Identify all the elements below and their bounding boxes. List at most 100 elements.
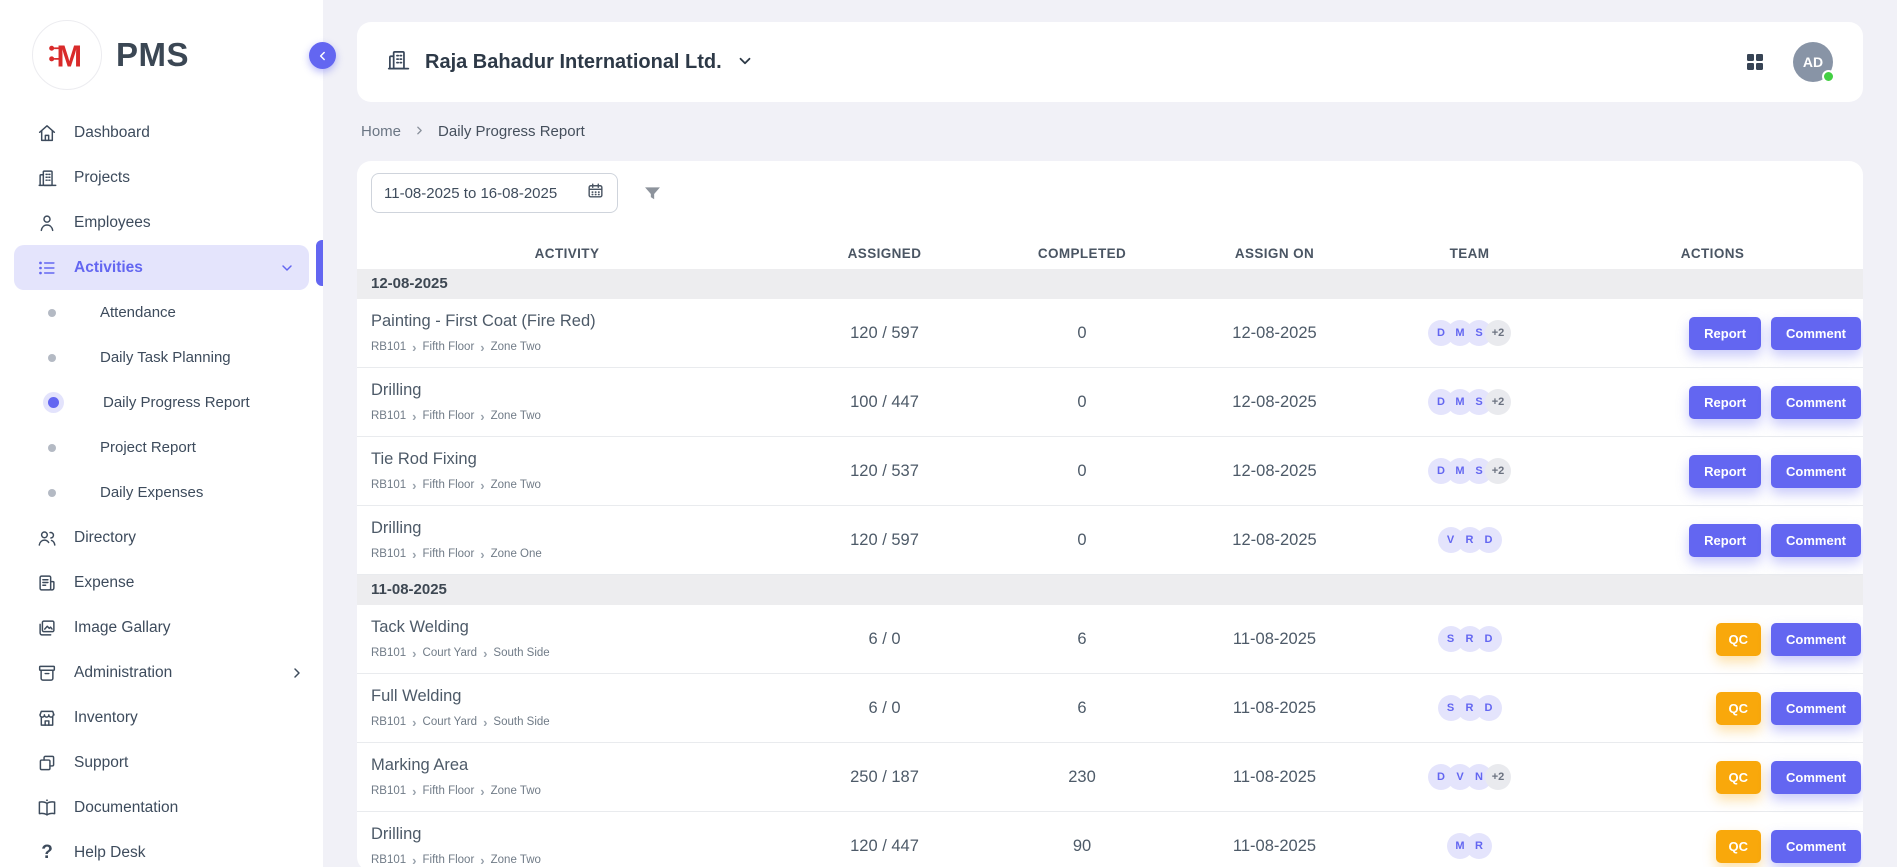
avatar-initials: AD [1803,54,1823,70]
location-segment: RB101 [371,410,406,422]
person-icon [36,212,58,234]
date-group-header: 11-08-2025 [357,575,1863,605]
team-cell: DMS+2 [1377,389,1562,415]
assigned-value: 120 / 597 [777,531,992,550]
assigned-value: 120 / 537 [777,462,992,481]
column-header-actions: ACTIONS [1562,246,1863,261]
user-avatar[interactable]: AD [1793,42,1833,82]
activity-title: Drilling [371,519,777,538]
bullet-dot [48,397,59,408]
qc-button[interactable]: QC [1716,623,1762,656]
report-button[interactable]: Report [1689,455,1761,488]
team-cell: VRD [1377,527,1562,553]
chevron-down-icon [736,49,754,75]
team-cell: MR [1377,833,1562,859]
chevron-right-icon: › [483,715,487,730]
location-segment: Fifth Floor [423,341,475,353]
sidebar-item-projects[interactable]: Projects [0,155,323,200]
actions-cell: Report Comment [1562,524,1863,557]
sidebar-item-documentation[interactable]: Documentation [0,785,323,830]
sidebar-item-dashboard[interactable]: Dashboard [0,110,323,155]
assign-on-value: 12-08-2025 [1172,393,1377,412]
sidebar-item-image-gallary[interactable]: Image Gallary [0,605,323,650]
sidebar-subitem-daily-expenses[interactable]: Daily Expenses [0,470,323,515]
activity-location: RB101›Court Yard›South Side [371,646,777,661]
comment-button[interactable]: Comment [1771,455,1861,488]
comment-button[interactable]: Comment [1771,692,1861,725]
bullet-dot [48,354,56,362]
team-more-badge[interactable]: +2 [1485,764,1511,790]
location-segment: Fifth Floor [423,479,475,491]
activity-title: Marking Area [371,756,777,775]
sidebar-item-activities[interactable]: Activities [14,245,309,290]
comment-button[interactable]: Comment [1771,623,1861,656]
location-segment: Fifth Floor [423,854,475,866]
comment-button[interactable]: Comment [1771,386,1861,419]
activity-location: RB101›Fifth Floor›Zone Two [371,784,777,799]
team-more-badge[interactable]: +2 [1485,389,1511,415]
sidebar-subitem-project-report[interactable]: Project Report [0,425,323,470]
report-button[interactable]: Report [1689,317,1761,350]
location-segment: RB101 [371,785,406,797]
table-row: DrillingRB101›Fifth Floor›Zone Two100 / … [357,368,1863,437]
qc-button[interactable]: QC [1716,761,1762,794]
location-segment: Zone Two [491,785,541,797]
sidebar-item-label: Activities [74,259,143,277]
team-member-avatar[interactable]: R [1466,833,1492,859]
sidebar-subitem-daily-task-planning[interactable]: Daily Task Planning [0,335,323,380]
sidebar-collapse-button[interactable] [309,42,336,69]
comment-button[interactable]: Comment [1771,830,1861,863]
sidebar-item-label: Directory [74,529,136,547]
sidebar-item-support[interactable]: Support [0,740,323,785]
date-range-input[interactable] [384,185,576,202]
qc-button[interactable]: QC [1716,830,1762,863]
column-header-assign-on: ASSIGN ON [1172,246,1377,261]
sidebar-item-administration[interactable]: Administration [0,650,323,695]
sidebar-item-expense[interactable]: Expense [0,560,323,605]
sidebar-item-label: Dashboard [74,124,150,142]
header-actions: AD [1743,42,1833,82]
sidebar-item-inventory[interactable]: Inventory [0,695,323,740]
breadcrumb-home[interactable]: Home [361,123,401,140]
team-member-avatar[interactable]: D [1476,527,1502,553]
location-segment: Zone One [491,548,542,560]
filter-funnel-icon[interactable] [642,183,663,204]
sidebar-item-employees[interactable]: Employees [0,200,323,245]
chevron-right-icon: › [480,853,484,867]
date-range-picker[interactable] [371,173,618,213]
completed-value: 0 [992,324,1172,343]
question-icon: ? [36,842,58,864]
breadcrumb-current: Daily Progress Report [438,123,585,140]
comment-button[interactable]: Comment [1771,761,1861,794]
chevron-right-icon: › [412,784,416,799]
chevron-right-icon [413,122,426,141]
actions-cell: QC Comment [1562,830,1863,863]
activity-cell: DrillingRB101›Fifth Floor›Zone One [357,519,777,562]
team-member-avatar[interactable]: D [1476,626,1502,652]
report-button[interactable]: Report [1689,524,1761,557]
location-segment: RB101 [371,548,406,560]
comment-button[interactable]: Comment [1771,317,1861,350]
apps-grid-icon[interactable] [1743,50,1767,74]
location-segment: Zone Two [491,410,541,422]
store-icon [36,707,58,729]
sidebar-item-label: Projects [74,169,130,187]
assign-on-value: 11-08-2025 [1172,837,1377,856]
sidebar-item-directory[interactable]: Directory [0,515,323,560]
location-segment: RB101 [371,341,406,353]
report-button[interactable]: Report [1689,386,1761,419]
team-more-badge[interactable]: +2 [1485,458,1511,484]
activity-title: Tie Rod Fixing [371,450,777,469]
bullet-dot [48,309,56,317]
company-selector[interactable]: Raja Bahadur International Ltd. [385,47,754,78]
sidebar-subitem-daily-progress-report[interactable]: Daily Progress Report [0,380,323,425]
team-more-badge[interactable]: +2 [1485,320,1511,346]
sidebar-item-help-desk[interactable]: ?Help Desk [0,830,323,867]
comment-button[interactable]: Comment [1771,524,1861,557]
sidebar-item-label: Inventory [74,709,138,727]
chevron-right-icon [289,665,305,681]
actions-cell: Report Comment [1562,455,1863,488]
team-member-avatar[interactable]: D [1476,695,1502,721]
sidebar-subitem-attendance[interactable]: Attendance [0,290,323,335]
qc-button[interactable]: QC [1716,692,1762,725]
